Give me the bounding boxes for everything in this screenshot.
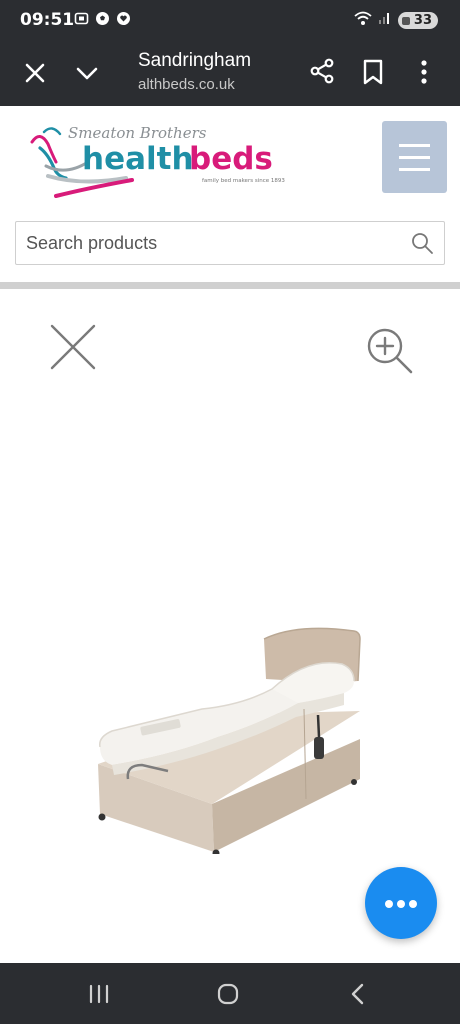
chevron-down-icon[interactable] xyxy=(74,60,100,86)
hamburger-menu-button[interactable] xyxy=(382,121,447,193)
close-icon[interactable] xyxy=(22,60,48,86)
hamburger-line xyxy=(399,156,430,159)
search-input[interactable] xyxy=(26,230,396,256)
bookmark-icon[interactable] xyxy=(360,58,386,86)
search-box[interactable] xyxy=(15,221,445,265)
fab-dot xyxy=(397,900,405,908)
more-horizontal-icon xyxy=(385,900,393,908)
battery-indicator: 33 xyxy=(397,12,438,29)
screenshot-icon xyxy=(74,11,89,26)
fab-dot xyxy=(409,900,417,908)
healthbeds-logo[interactable]: Smeaton Brothers health beds family bed … xyxy=(26,118,286,208)
logo-tagline: family bed makers since 1893 xyxy=(202,178,285,184)
image-viewer xyxy=(0,289,460,963)
status-time: 09:51 xyxy=(20,10,75,30)
home-icon[interactable] xyxy=(216,982,240,1006)
more-actions-fab[interactable] xyxy=(365,867,437,939)
status-system-icons: 33 xyxy=(354,10,438,31)
recent-apps-icon[interactable] xyxy=(88,983,110,1005)
hamburger-line xyxy=(399,168,430,171)
logo-brand-part1: health xyxy=(82,141,194,177)
more-vert-icon[interactable] xyxy=(412,58,436,86)
header-divider xyxy=(0,282,460,289)
hamburger-menu-icon xyxy=(399,144,430,147)
status-bar: 09:51 33 xyxy=(0,0,460,40)
browser-toolbar: Sandringham althbeds.co.uk xyxy=(0,40,460,106)
logo-script-text: Smeaton Brothers xyxy=(68,124,207,142)
close-icon[interactable] xyxy=(50,324,96,370)
adjustable-bed-image[interactable] xyxy=(92,619,362,857)
logo-brand-part2: beds xyxy=(189,141,273,177)
status-notification-icons xyxy=(74,11,131,26)
page-title: Sandringham xyxy=(138,50,252,71)
heart-message-icon xyxy=(116,11,131,26)
system-nav-bar xyxy=(0,963,460,1024)
football-icon xyxy=(95,11,110,26)
zoom-in-icon[interactable] xyxy=(364,325,414,375)
back-icon[interactable] xyxy=(348,982,366,1006)
site-header: Smeaton Brothers health beds family bed … xyxy=(0,106,460,290)
share-icon[interactable] xyxy=(308,57,336,85)
wifi-icon xyxy=(354,10,372,31)
signal-icon xyxy=(378,11,392,30)
page-url[interactable]: althbeds.co.uk xyxy=(138,76,235,93)
search-icon[interactable] xyxy=(410,231,434,255)
